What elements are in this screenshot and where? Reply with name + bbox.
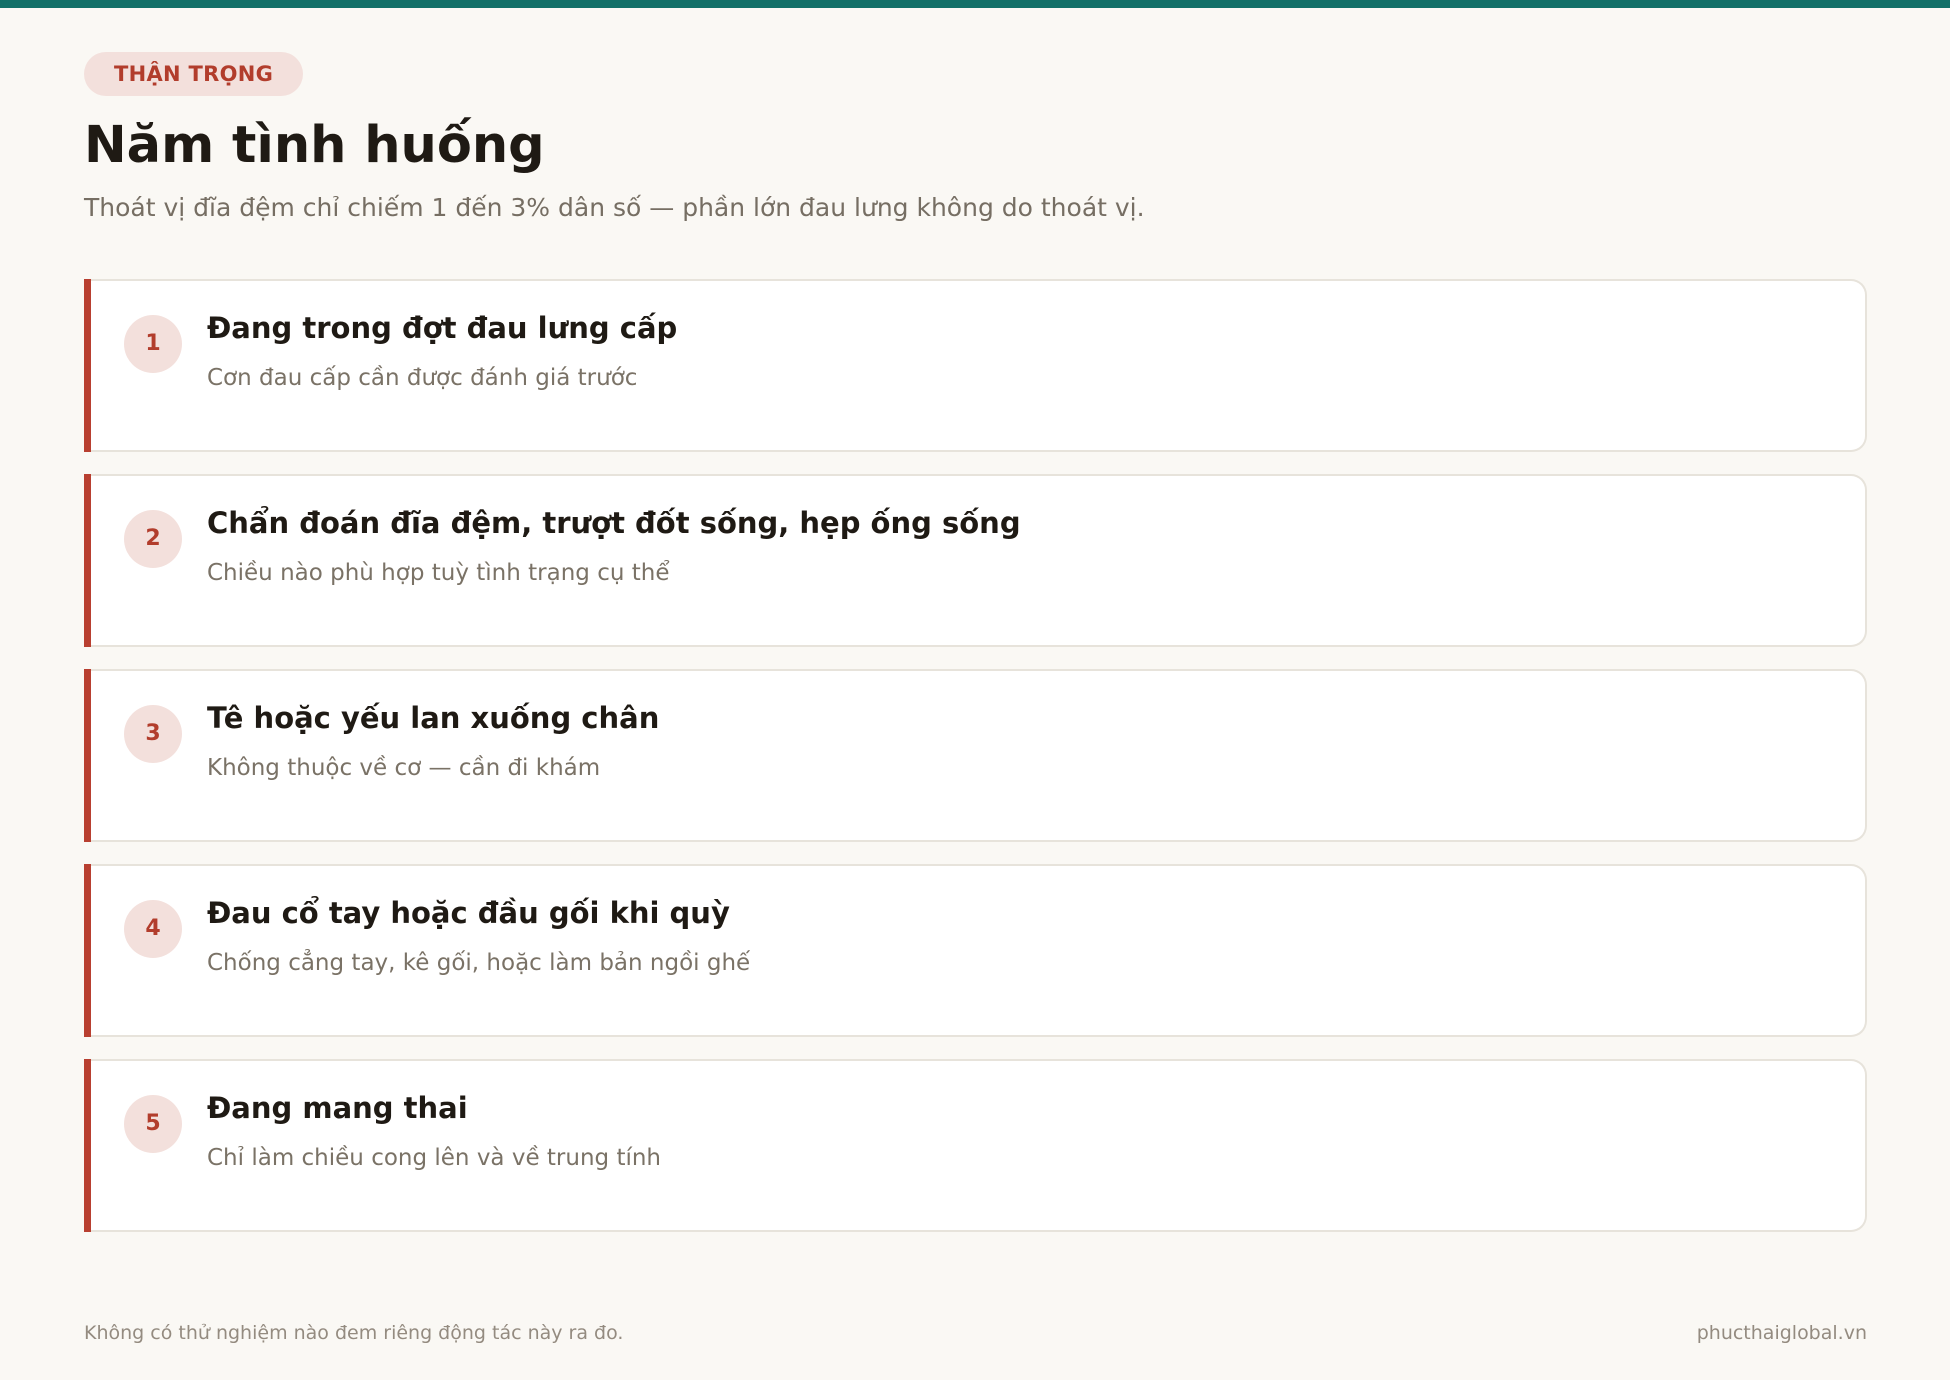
situation-title: Đang mang thai — [207, 1091, 468, 1125]
situation-card: 1 Đang trong đợt đau lưng cấp Cơn đau cấ… — [84, 279, 1867, 452]
footer-site: phucthaiglobal.vn — [1696, 1322, 1867, 1344]
situation-card: 2 Chẩn đoán đĩa đệm, trượt đốt sống, hẹp… — [84, 474, 1867, 647]
situation-title: Đau cổ tay hoặc đầu gối khi quỳ — [207, 896, 730, 930]
situation-list: 1 Đang trong đợt đau lưng cấp Cơn đau cấ… — [84, 279, 1867, 1254]
page-content: THẬN TRỌNG Năm tình huống Thoát vị đĩa đ… — [84, 52, 1867, 1232]
situation-number: 1 — [124, 315, 182, 373]
situation-description: Chống cẳng tay, kê gối, hoặc làm bản ngồ… — [207, 950, 751, 976]
situation-title: Chẩn đoán đĩa đệm, trượt đốt sống, hẹp ố… — [207, 506, 1021, 540]
situation-card: 3 Tê hoặc yếu lan xuống chân Không thuộc… — [84, 669, 1867, 842]
page-subtitle: Thoát vị đĩa đệm chỉ chiếm 1 đến 3% dân … — [84, 193, 1145, 223]
situation-description: Chỉ làm chiều cong lên và về trung tính — [207, 1145, 662, 1171]
situation-title: Tê hoặc yếu lan xuống chân — [207, 701, 660, 735]
situation-number: 3 — [124, 705, 182, 763]
situation-number: 4 — [124, 900, 182, 958]
top-accent-bar — [0, 0, 1950, 8]
situation-description: Chiều nào phù hợp tuỳ tình trạng cụ thể — [207, 560, 670, 586]
page-title: Năm tình huống — [84, 116, 545, 175]
situation-number: 5 — [124, 1095, 182, 1153]
situation-number: 2 — [124, 510, 182, 568]
situation-card: 4 Đau cổ tay hoặc đầu gối khi quỳ Chống … — [84, 864, 1867, 1037]
situation-title: Đang trong đợt đau lưng cấp — [207, 311, 678, 345]
situation-description: Cơn đau cấp cần được đánh giá trước — [207, 365, 638, 391]
caution-badge: THẬN TRỌNG — [84, 52, 304, 96]
footer-note: Không có thử nghiệm nào đem riêng động t… — [84, 1322, 624, 1344]
situation-card: 5 Đang mang thai Chỉ làm chiều cong lên … — [84, 1059, 1867, 1232]
situation-description: Không thuộc về cơ — cần đi khám — [207, 755, 601, 781]
